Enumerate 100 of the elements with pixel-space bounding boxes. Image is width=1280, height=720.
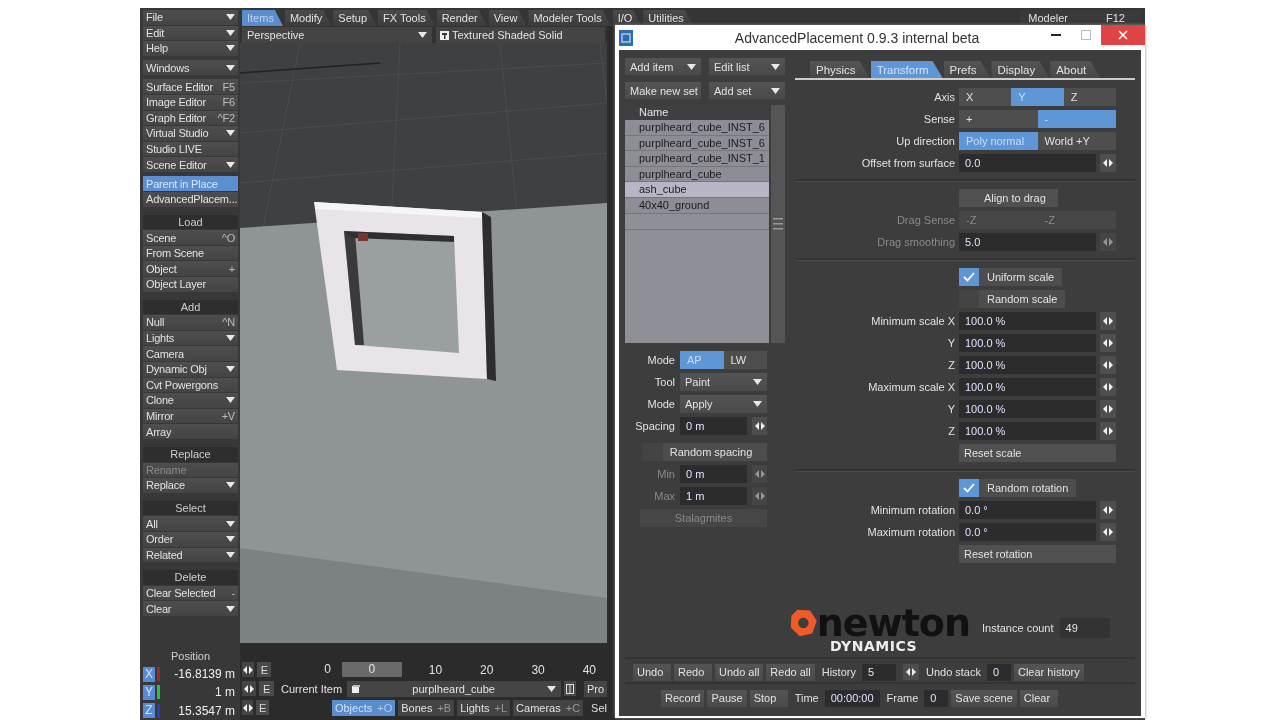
segment-option[interactable]: Z (1063, 88, 1116, 106)
segment-option[interactable]: World +Y (1037, 132, 1116, 150)
spinner-button[interactable] (1100, 154, 1116, 172)
item-type-button[interactable]: Cameras +C (513, 699, 584, 716)
menu-dropdown[interactable]: Add set (709, 82, 785, 99)
command-button[interactable]: Array (143, 424, 238, 439)
command-button[interactable]: Mirror +V (143, 408, 238, 424)
menu-dropdown[interactable]: Related (143, 547, 238, 563)
command-button[interactable]: Redo all (766, 663, 815, 681)
number-field[interactable]: 100.0 % (959, 312, 1096, 330)
spinner-button[interactable] (1100, 356, 1116, 374)
command-button[interactable]: Align to drag (959, 189, 1058, 207)
number-field[interactable]: 0.0 (959, 154, 1096, 172)
menu-dropdown[interactable]: Scene Editor (143, 157, 238, 172)
spinner-button[interactable] (242, 681, 256, 696)
value-field[interactable]: 0 (987, 663, 1011, 681)
command-button[interactable]: Object + (143, 261, 238, 276)
list-item[interactable]: purplheard_cube_INST_6 (625, 120, 770, 136)
command-button[interactable]: Undo all (715, 663, 764, 681)
tab[interactable]: Utilities (643, 10, 693, 26)
spinner-button[interactable] (242, 662, 255, 677)
envelope-button[interactable]: E (256, 700, 270, 715)
number-field[interactable]: 100.0 % (959, 422, 1096, 440)
command-button[interactable]: Camera (143, 346, 238, 361)
command-button[interactable]: AdvancedPlacem... (143, 192, 238, 207)
menu-dropdown[interactable]: Dynamic Obj (143, 361, 238, 377)
command-button[interactable]: Redo (674, 663, 712, 681)
command-button[interactable]: Graph Editor ^F2 (143, 110, 238, 126)
value-field[interactable]: 00:00:00 (824, 689, 880, 707)
menu-dropdown[interactable]: Add item (625, 58, 701, 75)
command-button[interactable]: Pause (707, 689, 747, 707)
menu-dropdown[interactable]: Clear (143, 601, 238, 616)
checkbox[interactable]: Random spacing (643, 443, 767, 461)
command-button[interactable]: Undo (633, 663, 671, 681)
command-button[interactable]: Null ^N (143, 315, 238, 330)
tab[interactable]: About (1050, 61, 1101, 78)
menu-dropdown[interactable]: Lights (143, 330, 238, 346)
spinner-button[interactable] (1100, 422, 1116, 440)
spinner-button[interactable] (902, 664, 919, 680)
menu-dropdown[interactable]: Clone (143, 393, 238, 408)
dropdown[interactable]: Paint (680, 373, 767, 391)
checkbox[interactable]: Random rotation (959, 479, 1077, 497)
tab[interactable]: Render (436, 10, 487, 26)
tab[interactable]: FX Tools (378, 10, 435, 26)
current-item-dropdown[interactable]: purplheard_cube (347, 680, 562, 697)
position-field[interactable]: 15.3547 m (162, 702, 238, 719)
scrollbar[interactable] (771, 105, 785, 343)
command-button[interactable]: Clear history (1014, 663, 1084, 681)
spinner-button[interactable] (1100, 334, 1116, 352)
checkbox[interactable]: Uniform scale (959, 268, 1063, 286)
segment-option[interactable]: + (959, 110, 1038, 128)
menu-dropdown[interactable]: Help (143, 41, 238, 56)
menu-dropdown[interactable]: Windows (143, 60, 238, 75)
menu-dropdown[interactable]: All (143, 516, 238, 531)
command-button[interactable]: Cvt Powergons (143, 377, 238, 393)
command-button[interactable]: Stop (749, 689, 788, 707)
checkbox[interactable]: Random scale (959, 290, 1066, 308)
tab[interactable]: Setup (333, 10, 377, 26)
number-field[interactable]: 0 m (680, 417, 747, 435)
command-button[interactable]: Record (661, 689, 705, 707)
command-button[interactable]: Image Editor F6 (143, 94, 238, 110)
dropdown[interactable]: Apply (680, 395, 767, 413)
number-field[interactable]: 0.0 ° (959, 501, 1096, 519)
item-type-button[interactable]: Bones +B (398, 699, 455, 716)
command-button[interactable]: Studio LIVE (143, 141, 238, 157)
tab[interactable]: Display (991, 61, 1050, 78)
menu-dropdown[interactable]: Edit (143, 25, 238, 41)
spinner-button[interactable] (1100, 523, 1116, 541)
menu-dropdown[interactable]: File (143, 10, 238, 25)
menu-dropdown[interactable]: Edit list (709, 58, 785, 75)
value-field[interactable]: 0 (924, 689, 949, 707)
menu-dropdown[interactable]: Virtual Studio (143, 126, 238, 141)
spinner-button[interactable] (1100, 501, 1116, 519)
command-button[interactable]: Reset rotation (959, 545, 1116, 563)
menu-dropdown[interactable]: Order (143, 531, 238, 547)
number-field[interactable]: 100.0 % (959, 334, 1096, 352)
list-item[interactable]: purplheard_cube_INST_1 (625, 151, 770, 167)
number-field[interactable]: 100.0 % (959, 378, 1096, 396)
tab[interactable]: Modeler Tools (528, 10, 611, 26)
position-field[interactable]: 1 m (162, 684, 238, 701)
tab[interactable]: Physics (810, 61, 870, 78)
number-field[interactable]: 100.0 % (959, 400, 1096, 418)
spinner-button[interactable] (1100, 400, 1116, 418)
tab[interactable]: View (488, 10, 527, 26)
modeler-switch-button[interactable]: Modeler F12 (1020, 10, 1141, 26)
position-field[interactable]: -16.8139 m (162, 666, 238, 683)
tab[interactable]: Prefs (943, 61, 991, 78)
properties-tab-button[interactable]: Pro (583, 680, 607, 697)
menu-dropdown[interactable]: Replace (143, 478, 238, 493)
spinner-button[interactable] (1100, 378, 1116, 396)
command-button[interactable]: Surface Editor F5 (143, 79, 238, 94)
segment-option[interactable]: X (959, 88, 1012, 106)
command-button[interactable]: Reset scale (959, 444, 1116, 462)
number-field[interactable]: 100.0 % (959, 356, 1096, 374)
shading-button[interactable]: Textured Shaded Solid (436, 27, 605, 43)
number-field[interactable]: 5 (861, 663, 896, 681)
tab[interactable]: Modify (284, 10, 332, 26)
tab[interactable]: I/O (612, 10, 642, 26)
item-type-button[interactable]: Lights +L (457, 699, 511, 716)
command-button[interactable]: From Scene (143, 245, 238, 261)
